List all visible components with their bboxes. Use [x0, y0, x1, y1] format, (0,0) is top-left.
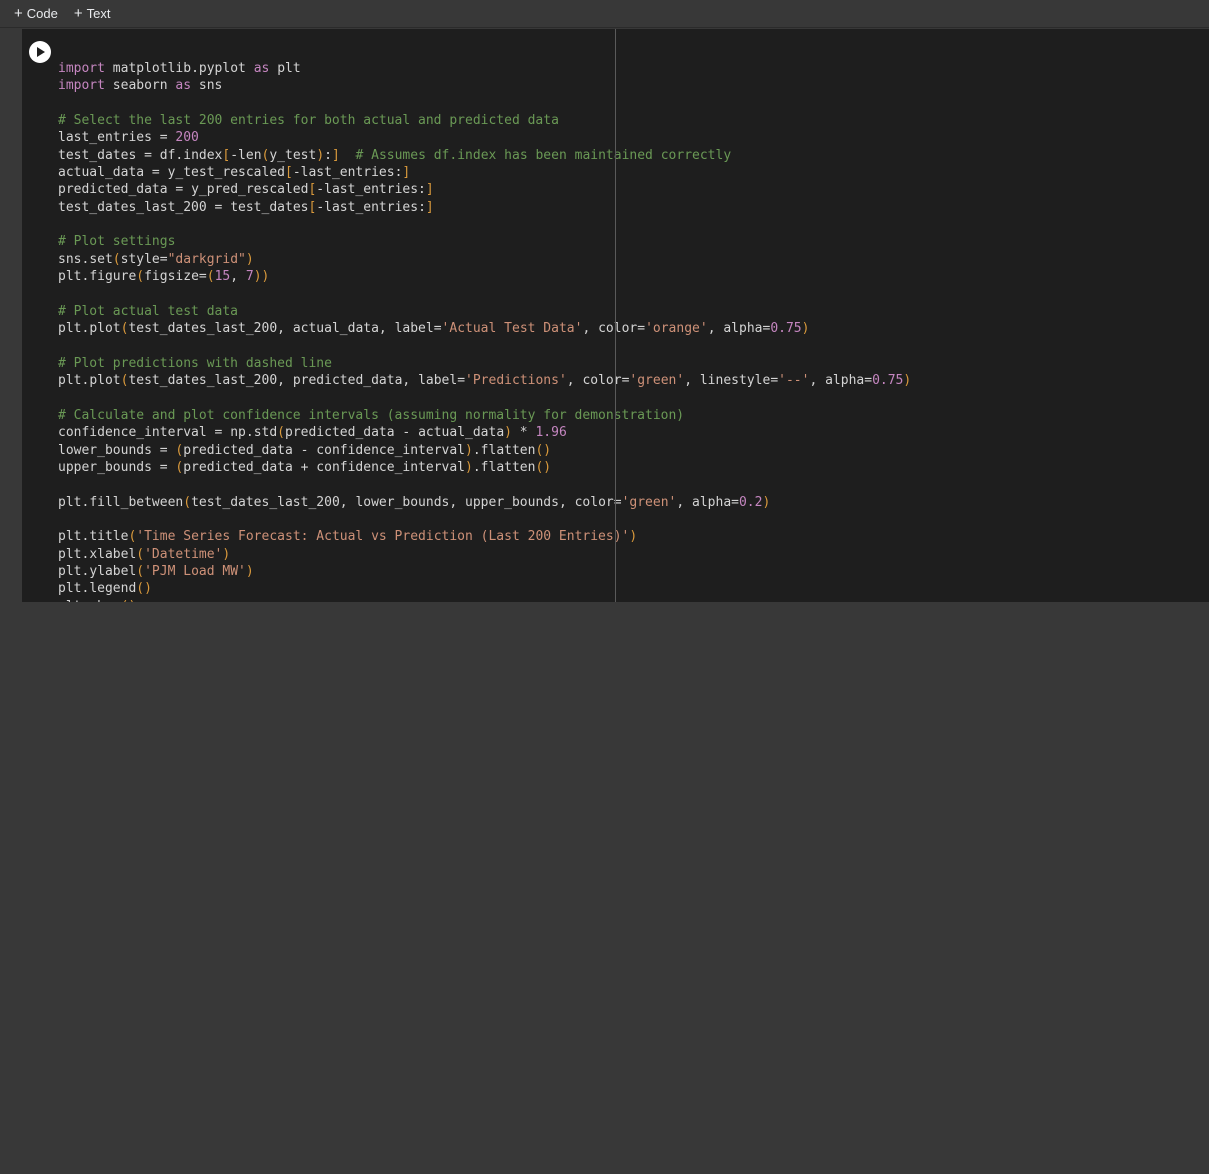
add-code-cell-label: Code [26, 6, 58, 21]
code-editor[interactable]: import matplotlib.pyplot as plt import s… [58, 60, 1209, 602]
notebook-toolbar: + Code + Text [0, 0, 1209, 28]
column-ruler [615, 29, 616, 602]
run-cell-button[interactable] [29, 41, 51, 63]
plus-icon: + [14, 5, 23, 22]
plus-icon: + [73, 5, 83, 22]
colab-notebook-screen: + Code + Text import matplotlib.pyplot a… [0, 0, 1209, 1174]
code-cell[interactable]: import matplotlib.pyplot as plt import s… [0, 29, 1209, 602]
code-text: import matplotlib.pyplot as plt import s… [58, 61, 912, 602]
add-code-cell-button[interactable]: + Code [14, 6, 58, 21]
play-icon [37, 47, 45, 57]
cell-output-area: Time Series Forecast: Actual vs Predicti… [0, 602, 1209, 1174]
add-text-cell-button[interactable]: + Text [74, 6, 111, 21]
cell-gutter [0, 29, 22, 602]
add-text-cell-label: Text [86, 6, 111, 21]
